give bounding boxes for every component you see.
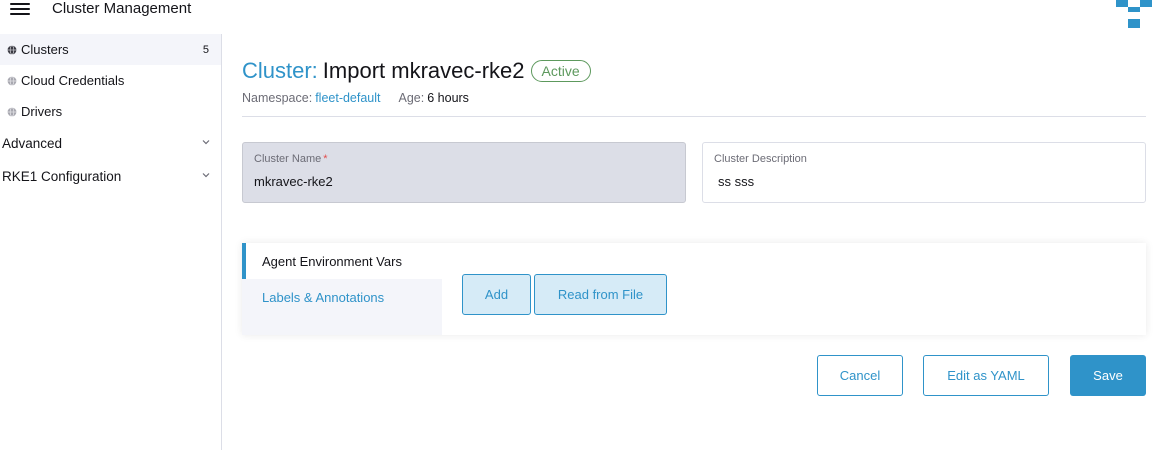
namespace-label: Namespace:	[242, 91, 313, 105]
tab-labels-annotations[interactable]: Labels & Annotations	[242, 279, 442, 315]
globe-icon	[7, 44, 17, 55]
sidebar-group-rke1-configuration[interactable]: RKE1 Configuration	[0, 160, 221, 193]
age-value: 6 hours	[427, 91, 469, 105]
cluster-description-label: Cluster Description	[714, 153, 807, 165]
page-title-prefix[interactable]: Cluster:	[242, 58, 318, 84]
read-from-file-button[interactable]: Read from File	[534, 274, 667, 315]
sidebar-group-label: Advanced	[2, 136, 63, 151]
sidebar-item-drivers[interactable]: Drivers	[0, 96, 221, 127]
globe-icon	[7, 75, 17, 86]
cluster-name-value: mkravec-rke2	[254, 174, 333, 189]
divider	[242, 116, 1146, 117]
chevron-down-icon	[202, 140, 210, 145]
tabs-panel: Agent Environment Vars Labels & Annotati…	[242, 243, 1146, 335]
namespace-link[interactable]: fleet-default	[315, 91, 380, 105]
sidebar-item-count: 5	[202, 43, 209, 56]
sidebar-nav: Clusters 5 Cloud Credentials Drivers Adv…	[0, 34, 222, 450]
cluster-description-input[interactable]	[718, 174, 1118, 189]
cluster-description-field[interactable]: Cluster Description	[702, 142, 1146, 203]
save-button[interactable]: Save	[1070, 355, 1146, 396]
cluster-name-label: Cluster Name *	[254, 153, 328, 165]
brand-logo-icon[interactable]	[1116, 0, 1152, 28]
sidebar-item-label: Drivers	[21, 104, 63, 119]
age-label: Age:	[398, 91, 425, 105]
globe-icon	[7, 106, 17, 117]
sidebar-item-label: Cloud Credentials	[21, 73, 125, 88]
tab-list: Agent Environment Vars Labels & Annotati…	[242, 243, 442, 335]
chevron-down-icon	[202, 173, 210, 178]
page-meta: Namespace: fleet-default Age: 6 hours	[242, 91, 469, 105]
hamburger-icon[interactable]	[10, 3, 30, 15]
app-header: Cluster Management	[0, 0, 1162, 34]
tab-agent-environment-vars[interactable]: Agent Environment Vars	[242, 243, 442, 279]
edit-as-yaml-button[interactable]: Edit as YAML	[923, 355, 1049, 396]
cancel-button[interactable]: Cancel	[817, 355, 903, 396]
add-button[interactable]: Add	[462, 274, 531, 315]
app-title: Cluster Management	[52, 0, 192, 17]
page-title: Cluster: Import mkravec-rke2 Active	[242, 58, 591, 84]
sidebar-group-advanced[interactable]: Advanced	[0, 127, 221, 160]
cluster-name-field: Cluster Name * mkravec-rke2	[242, 142, 686, 203]
sidebar-item-cloud-credentials[interactable]: Cloud Credentials	[0, 65, 221, 96]
sidebar-item-clusters[interactable]: Clusters 5	[0, 34, 221, 65]
sidebar-group-label: RKE1 Configuration	[2, 169, 122, 184]
status-badge: Active	[530, 60, 591, 82]
page-title-name: Import mkravec-rke2	[322, 58, 525, 83]
sidebar-item-label: Clusters	[21, 42, 69, 57]
